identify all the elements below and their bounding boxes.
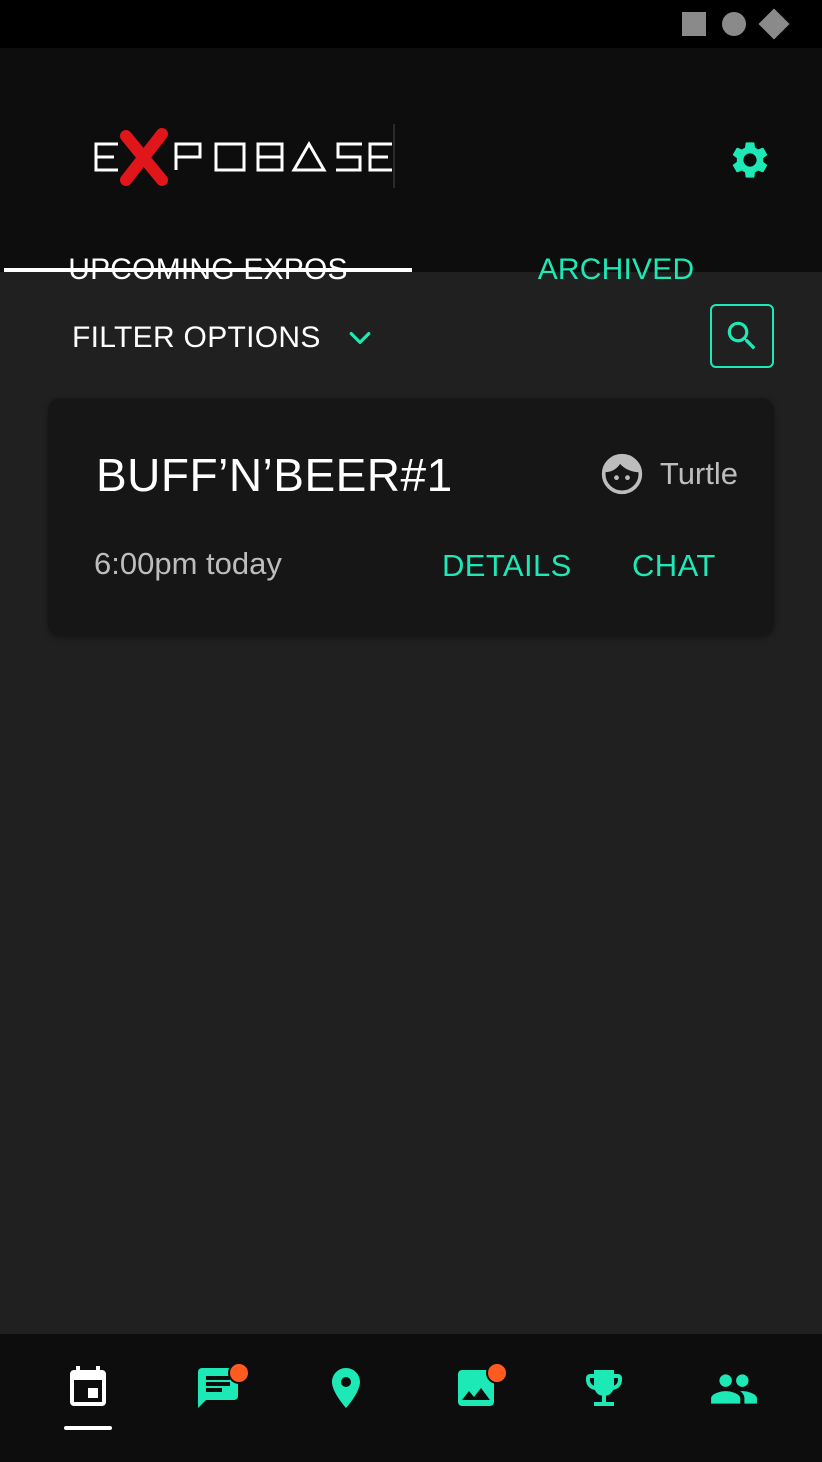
circle-icon <box>722 12 746 36</box>
app-header: UPCOMING EXPOS ARCHIVED <box>0 48 822 286</box>
location-pin-icon <box>332 1368 360 1408</box>
tab-archived-label: ARCHIVED <box>537 253 695 286</box>
expo-title: BUFF’N’BEER#1 <box>96 449 453 501</box>
nav-active-indicator <box>64 1426 112 1430</box>
details-button[interactable]: DETAILS <box>442 548 572 584</box>
status-bar <box>0 0 822 48</box>
square-icon <box>682 12 706 36</box>
active-tab-indicator <box>4 268 412 272</box>
search-button[interactable] <box>710 304 774 368</box>
filter-options-label: FILTER OPTIONS <box>72 321 321 354</box>
face-icon <box>600 452 644 496</box>
nav-trophy[interactable] <box>572 1364 636 1444</box>
gallery-badge <box>486 1362 508 1384</box>
nav-messages[interactable] <box>186 1362 250 1444</box>
expo-card: BUFF’N’BEER#1 Turtle 6:00pm today DETAIL… <box>48 398 774 636</box>
expo-host: Turtle <box>600 452 738 496</box>
messages-badge <box>228 1362 250 1384</box>
search-icon <box>727 321 756 350</box>
nav-location[interactable] <box>314 1364 378 1444</box>
diamond-icon <box>758 8 790 40</box>
nav-gallery[interactable] <box>444 1362 508 1444</box>
filter-row: FILTER OPTIONS <box>0 300 822 372</box>
host-name: Turtle <box>659 456 738 491</box>
chevron-down-icon <box>345 323 375 353</box>
people-icon <box>711 1374 757 1404</box>
calendar-icon <box>70 1366 106 1406</box>
bottom-nav <box>0 1334 822 1462</box>
filter-options-button[interactable]: FILTER OPTIONS <box>72 308 375 368</box>
trophy-icon <box>586 1370 622 1406</box>
expobase-logo <box>92 124 396 188</box>
nav-calendar[interactable] <box>56 1364 120 1444</box>
settings-button[interactable] <box>726 136 774 184</box>
chat-button[interactable]: CHAT <box>632 548 716 584</box>
nav-people[interactable] <box>702 1364 766 1444</box>
gear-icon <box>732 142 768 178</box>
expo-time: 6:00pm today <box>94 546 282 581</box>
